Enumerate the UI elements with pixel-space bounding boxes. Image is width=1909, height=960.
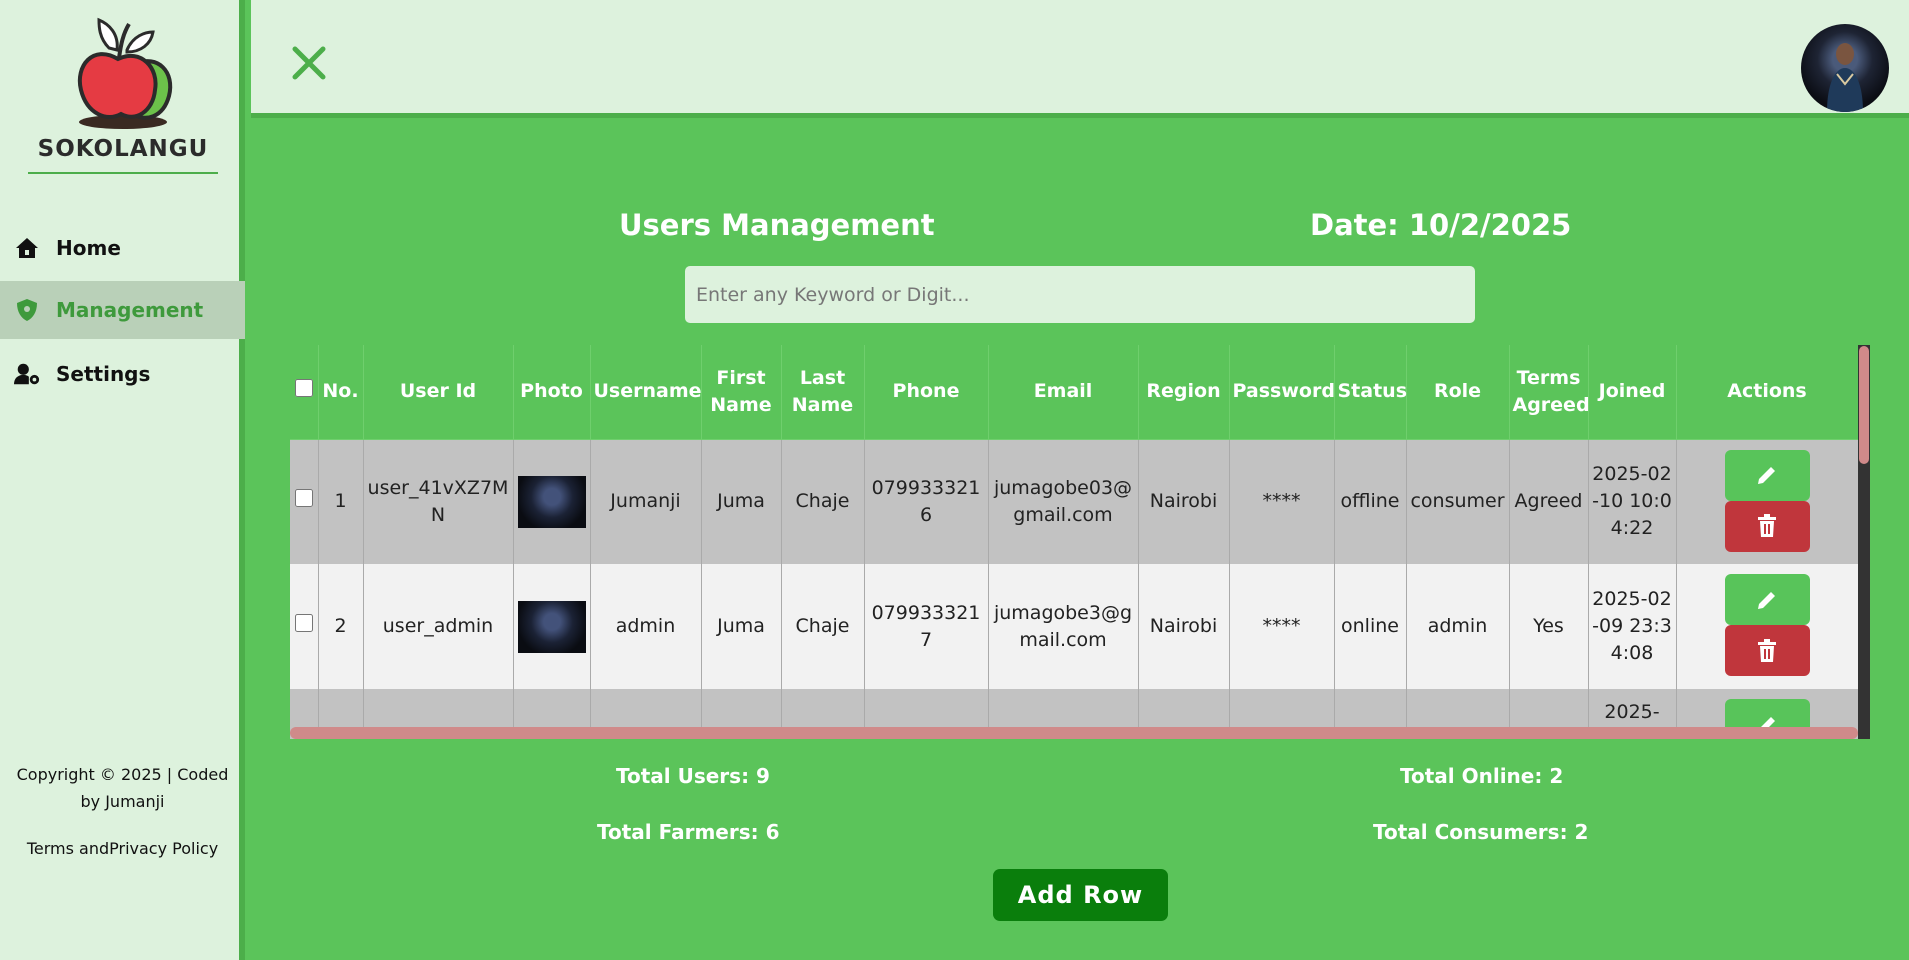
total-online: Total Online: 2 — [1400, 764, 1564, 788]
total-consumers: Total Consumers: 2 — [1373, 820, 1589, 844]
column-header[interactable]: Email — [988, 345, 1139, 440]
search-input[interactable] — [685, 266, 1475, 323]
cell-username: admin — [590, 564, 702, 689]
cell-password: **** — [1229, 439, 1335, 564]
sidebar-item-management[interactable]: Management — [0, 281, 245, 339]
table-header-row: No. User Id Photo Username First Name La… — [290, 345, 1859, 440]
cell-last-name: Chaje — [781, 439, 865, 564]
column-header[interactable]: No. — [318, 345, 364, 440]
cell-first-name: Juma — [701, 439, 782, 564]
cell-no: 1 — [318, 439, 364, 564]
user-gear-icon — [14, 361, 40, 387]
cell-username: Jumanji — [590, 439, 702, 564]
row-checkbox[interactable] — [294, 489, 313, 508]
total-farmers: Total Farmers: 6 — [597, 820, 780, 844]
page-title: Users Management — [619, 208, 935, 242]
select-all-checkbox[interactable] — [294, 379, 313, 398]
copyright: Copyright © 2025 | Coded by Jumanji — [0, 761, 245, 815]
cell-email: jumagobe03@gmail.com — [988, 439, 1139, 564]
cell-email: jumagobe3@gmail.com — [988, 564, 1139, 689]
cell-role: admin — [1406, 564, 1510, 689]
column-header[interactable]: Joined — [1588, 345, 1677, 440]
cell-joined: 2025-02-09 23:34:08 — [1588, 564, 1677, 689]
apple-logo-icon — [77, 17, 173, 129]
current-date: Date: 10/2/2025 — [1310, 208, 1572, 242]
delete-button[interactable] — [1724, 500, 1810, 552]
users-table: No. User Id Photo Username First Name La… — [290, 345, 1859, 739]
horizontal-scrollbar[interactable] — [290, 727, 1858, 739]
column-header[interactable]: Last Name — [781, 345, 865, 440]
users-table-container[interactable]: No. User Id Photo Username First Name La… — [290, 345, 1870, 739]
column-header[interactable]: Phone — [864, 345, 989, 440]
copyright-line: Copyright © 2025 | Coded — [16, 765, 229, 784]
trash-icon — [1758, 514, 1776, 537]
copyright-line: by Jumanji — [80, 792, 165, 811]
pencil-icon — [1758, 467, 1775, 484]
add-row-button[interactable]: Add Row — [993, 869, 1168, 921]
sidebar-item-label: Settings — [56, 362, 151, 386]
close-icon[interactable] — [291, 45, 327, 81]
row-checkbox[interactable] — [294, 614, 313, 632]
table-row[interactable]: 2 user_admin admin Juma Chaje 0799333217… — [290, 564, 1859, 689]
edit-button[interactable] — [1724, 574, 1810, 625]
cell-status: offline — [1334, 439, 1407, 564]
logo[interactable]: SOKOLANGU — [28, 14, 218, 174]
column-header[interactable]: Username — [590, 345, 702, 440]
cell-region: Nairobi — [1138, 439, 1230, 564]
cell-password: **** — [1229, 564, 1335, 689]
column-header[interactable]: First Name — [701, 345, 782, 440]
terms-link[interactable]: Terms andPrivacy Policy — [0, 835, 245, 862]
column-header[interactable]: Password — [1229, 345, 1335, 440]
cell-status: online — [1334, 564, 1407, 689]
user-photo[interactable] — [517, 600, 586, 653]
total-users: Total Users: 9 — [616, 764, 770, 788]
trash-icon — [1758, 638, 1776, 662]
cell-terms: Yes — [1509, 564, 1589, 689]
cell-actions — [1676, 564, 1859, 689]
cell-actions — [1676, 439, 1859, 564]
column-header[interactable]: Terms Agreed — [1509, 345, 1590, 440]
cell-first-name: Juma — [701, 564, 782, 689]
shield-icon — [14, 297, 40, 323]
cell-terms: Agreed — [1509, 439, 1589, 564]
column-header[interactable]: Role — [1406, 345, 1510, 440]
cell-photo — [513, 564, 591, 689]
top-header — [251, 0, 1909, 118]
sidebar-item-home[interactable]: Home — [0, 219, 245, 277]
user-photo[interactable] — [517, 475, 586, 528]
cell-photo — [513, 439, 591, 564]
cell-last-name: Chaje — [781, 564, 865, 689]
sidebar-item-label: Management — [56, 298, 204, 322]
delete-button[interactable] — [1724, 625, 1810, 676]
sidebar: SOKOLANGU Home Management Settings Copyr… — [0, 0, 245, 960]
column-header[interactable]: Photo — [513, 345, 591, 440]
cell-user-id: user_admin — [363, 564, 514, 689]
table-row[interactable]: 1 user_41vXZ7MN Jumanji Juma Chaje 07993… — [290, 439, 1859, 564]
cell-region: Nairobi — [1138, 564, 1230, 689]
cell-user-id: user_41vXZ7MN — [363, 439, 514, 564]
column-header[interactable]: Status — [1334, 345, 1407, 440]
home-icon — [14, 235, 40, 261]
column-header[interactable]: User Id — [363, 345, 514, 440]
cell-no: 2 — [318, 564, 364, 689]
sidebar-item-settings[interactable]: Settings — [0, 345, 245, 403]
edit-button[interactable] — [1724, 449, 1810, 501]
logo-text: SOKOLANGU — [37, 136, 209, 162]
cell-phone: 0799333217 — [864, 564, 989, 689]
column-header: Actions — [1676, 345, 1859, 440]
cell-joined: 2025-02-10 10:04:22 — [1588, 439, 1677, 564]
cell-phone: 0799333216 — [864, 439, 989, 564]
pencil-icon — [1758, 591, 1775, 609]
avatar[interactable] — [1801, 24, 1889, 112]
select-all-cell — [290, 345, 319, 440]
vertical-scrollbar-thumb[interactable] — [1859, 346, 1869, 464]
sidebar-item-label: Home — [56, 236, 121, 260]
cell-role: consumer — [1406, 439, 1510, 564]
column-header[interactable]: Region — [1138, 345, 1230, 440]
